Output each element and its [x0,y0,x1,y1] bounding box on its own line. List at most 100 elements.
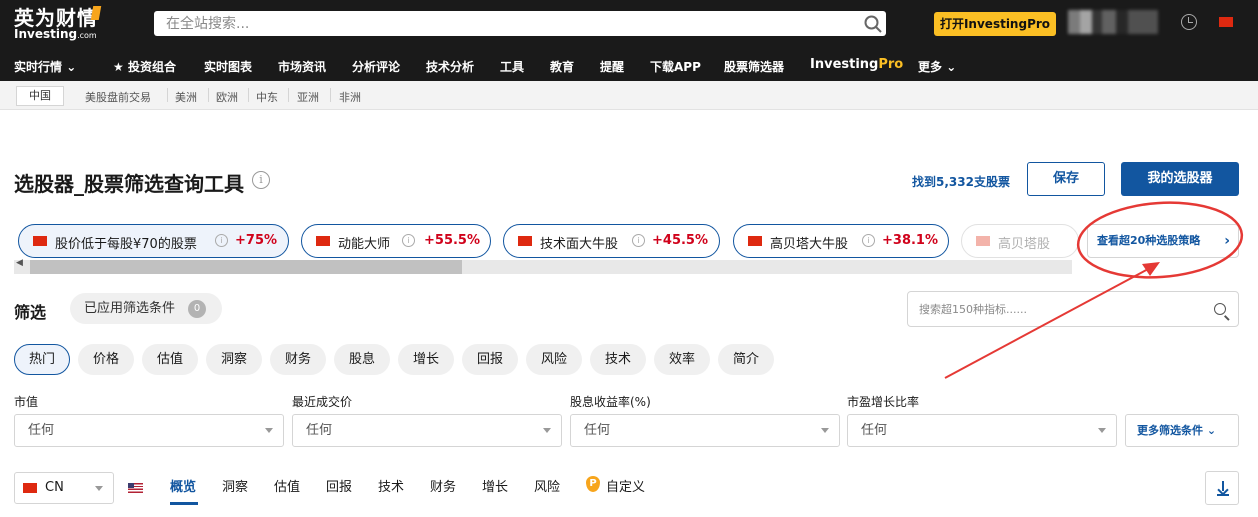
region-tab-middle-east[interactable]: 中东 [256,89,278,105]
china-flag-icon [316,236,330,246]
view-tab-insight[interactable]: 洞察 [222,476,248,495]
pro-badge-icon: P [586,476,600,492]
region-tab-americas[interactable]: 美洲 [175,89,197,105]
info-icon[interactable]: i [632,234,645,247]
applied-filters-button[interactable]: 已应用筛选条件 0 [70,293,222,324]
nav-label: 实时行情 [14,60,63,74]
category-tab-popular[interactable]: 热门 [14,344,70,375]
category-tab-return[interactable]: 回报 [462,344,518,375]
nav-item-alerts[interactable]: 提醒 [600,58,624,75]
nav-item-investingpro[interactable]: InvestingPro [810,57,903,72]
divider [288,88,289,102]
nav-item-screener[interactable]: 股票筛选器 [724,58,784,75]
info-icon[interactable]: i [862,234,875,247]
view-tab-financials[interactable]: 财务 [430,476,456,495]
caret-down-icon [95,486,103,491]
region-tab-china[interactable]: 中国 [16,86,64,106]
strategy-label: 技术面大牛股 [540,237,619,252]
download-button[interactable] [1205,471,1239,505]
main-nav: 实时行情 ⌄ ★ 投资组合 实时图表 市场资讯 分析评论 技术分析 工具 教育 … [0,52,1258,80]
filter-select-last-price[interactable]: 任何 [292,414,562,447]
view-tab-technical[interactable]: 技术 [378,476,404,495]
china-flag-icon[interactable] [1219,17,1233,27]
search-icon[interactable] [864,15,882,33]
filter-select-dividend-yield[interactable]: 任何 [570,414,840,447]
view-tab-overview[interactable]: 概览 [170,476,196,495]
search-icon[interactable] [1214,303,1226,315]
region-tab-africa[interactable]: 非洲 [339,89,361,105]
strategy-label: 动能大师 [338,237,391,252]
select-value: 任何 [306,423,333,438]
info-icon[interactable]: i [402,234,415,247]
nav-label: 更多 [918,60,943,74]
category-tab-profile[interactable]: 简介 [718,344,774,375]
nav-item-quotes[interactable]: 实时行情 ⌄ [14,58,76,75]
info-icon[interactable]: i [215,234,228,247]
view-tab-growth[interactable]: 增长 [482,476,508,495]
nav-item-portfolio[interactable]: ★ 投资组合 [113,58,176,75]
nav-item-analysis[interactable]: 分析评论 [352,58,400,75]
more-strategies-button[interactable]: 查看超20种选股策略 › [1087,224,1239,258]
select-value: 任何 [28,423,55,438]
clock-icon[interactable] [1181,14,1197,30]
nav-item-news[interactable]: 市场资讯 [278,58,326,75]
filter-select-peg[interactable]: 任何 [847,414,1117,447]
chevron-down-icon: ⌄ [946,60,957,74]
scrollbar-thumb[interactable] [30,260,462,274]
nav-item-technical[interactable]: 技术分析 [426,58,474,75]
metric-search-input[interactable] [908,292,1198,326]
view-tab-risk[interactable]: 风险 [534,476,560,495]
china-flag-icon [23,483,37,493]
category-tab-financials[interactable]: 财务 [270,344,326,375]
category-tab-valuation[interactable]: 估值 [142,344,198,375]
category-tab-growth[interactable]: 增长 [398,344,454,375]
category-tab-dividend[interactable]: 股息 [334,344,390,375]
strategy-label: 股价低于每股¥70的股票 [55,237,197,252]
region-tab-asia[interactable]: 亚洲 [297,89,319,105]
category-tab-technical[interactable]: 技术 [590,344,646,375]
caret-down-icon [265,428,273,433]
strategy-chip-below-70[interactable]: 股价低于每股¥70的股票 i +75% [18,224,289,258]
chevron-down-icon: ⌄ [1206,424,1217,437]
nav-item-charts[interactable]: 实时图表 [204,58,252,75]
found-stocks-link[interactable]: 找到5,332支股票 [912,173,1010,190]
country-select[interactable]: CN [14,472,114,504]
category-tab-insight[interactable]: 洞察 [206,344,262,375]
nav-item-more[interactable]: 更多 ⌄ [918,58,956,75]
page-title: 选股器_股票筛选查询工具 [14,172,244,196]
strategy-chip-momentum[interactable]: 动能大师 i +55.5% [301,224,491,258]
view-tab-return[interactable]: 回报 [326,476,352,495]
category-tab-risk[interactable]: 风险 [526,344,582,375]
category-tab-efficiency[interactable]: 效率 [654,344,710,375]
metric-search[interactable] [907,291,1239,327]
us-flag-icon[interactable] [128,483,143,493]
region-tab-europe[interactable]: 欧洲 [216,89,238,105]
nav-item-tools[interactable]: 工具 [500,58,524,75]
logo-en-text: Investing [14,27,78,41]
strategy-chip-high-beta[interactable]: 高贝塔股 [961,224,1079,258]
select-value: 任何 [861,423,888,438]
logo-en[interactable]: Investing.com [14,27,97,41]
view-tab-custom[interactable]: 自定义 [606,476,645,495]
site-search-input[interactable] [154,11,844,36]
divider [248,88,249,102]
open-investingpro-button[interactable]: 打开InvestingPro [934,12,1056,36]
view-tab-valuation[interactable]: 估值 [274,476,300,495]
category-tab-price[interactable]: 价格 [78,344,134,375]
save-button[interactable]: 保存 [1027,162,1105,196]
strategy-label: 高贝塔股 [998,237,1051,252]
info-icon[interactable]: i [252,171,270,189]
applied-filters-label: 已应用筛选条件 [84,301,176,316]
more-filters-button[interactable]: 更多筛选条件 ⌄ [1125,414,1239,447]
nav-item-education[interactable]: 教育 [550,58,574,75]
user-avatar[interactable] [1068,10,1158,34]
strategy-chip-high-beta-bull[interactable]: 高贝塔大牛股 i +38.1% [733,224,949,258]
my-screener-button[interactable]: 我的选股器 [1121,162,1239,196]
site-search[interactable] [154,11,886,36]
china-flag-icon [33,236,47,246]
nav-item-app[interactable]: 下载APP [650,58,701,75]
scroll-left-icon[interactable]: ◀ [16,258,23,268]
filter-select-market-cap[interactable]: 任何 [14,414,284,447]
strategy-chip-technical-bull[interactable]: 技术面大牛股 i +45.5% [503,224,720,258]
region-tab-premarket[interactable]: 美股盘前交易 [85,89,151,105]
